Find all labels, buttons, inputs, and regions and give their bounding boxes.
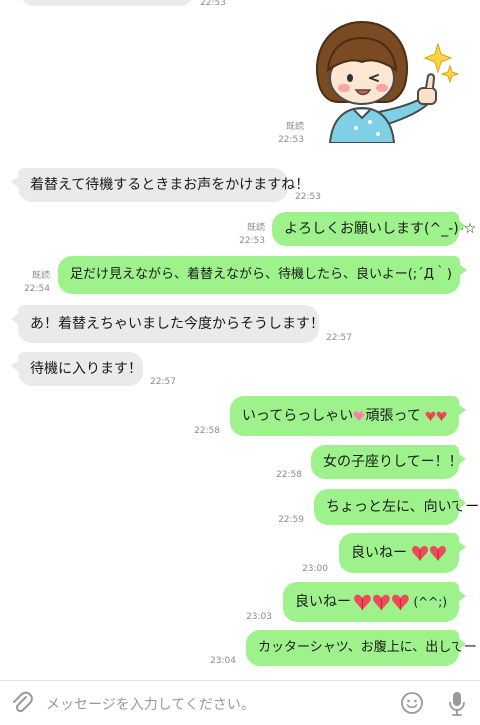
message-text: 待機に入ります！ — [30, 361, 142, 377]
message-text: 頑張って — [365, 408, 421, 424]
heart-icon — [391, 593, 410, 611]
message-bubble[interactable]: いってらっしゃい 頑張って — [230, 396, 466, 436]
message-bubble[interactable]: 女の子座りしてー！！ — [311, 445, 466, 479]
message-time: 22:53 — [239, 236, 265, 246]
message-time: 22:57 — [150, 377, 176, 387]
message-bubble[interactable]: 良いねー — [339, 533, 466, 573]
message-time: 22:57 — [326, 333, 352, 343]
message-composer: メッセージを入力してください。 — [0, 680, 480, 725]
message-text: (^^;) — [413, 595, 447, 609]
message-bubble[interactable]: あ！着替えちゃいました 今度からそうします！ — [11, 305, 324, 343]
message-bubble[interactable]: 良いねー (^^;) — [283, 582, 466, 622]
message-text: 今度からそうします！ — [184, 316, 324, 332]
message-bubble[interactable]: ちょっと左に、向いてー — [314, 489, 479, 525]
message-time: 22:59 — [278, 515, 304, 525]
sparkling-heart-icon — [354, 410, 366, 422]
message-text: 着替えて待機するときまお声をかけますね！ — [30, 177, 310, 193]
message-text: ちょっと左に、向いてー — [326, 499, 480, 515]
message-time: 23:03 — [246, 612, 272, 622]
message-time: 23:04 — [210, 656, 236, 666]
message-text: 良いねー — [295, 594, 351, 610]
message-time: 22:53 — [295, 192, 321, 202]
heart-icon — [425, 407, 436, 425]
message-text: カッターシャツ、お腹上に、出してー — [258, 640, 477, 655]
message-text: いってらっしゃい — [242, 408, 354, 424]
message-bubble[interactable]: カッターシャツ、お腹上に、出してー — [246, 630, 477, 666]
message-text: 足だけ見えながら、着替えながら、待機したら、良いよー(;´Д｀) — [70, 267, 452, 282]
chat-area[interactable]: 22:53 既読 22:53 着替えて待機するときまお声をかけますね！ 22:5 — [0, 0, 480, 680]
message-bubble-partial[interactable] — [20, 0, 194, 6]
paperclip-icon[interactable] — [10, 691, 34, 715]
read-receipt: 既読 — [246, 223, 265, 233]
message-text: あ！着替えちゃいました — [30, 316, 184, 332]
read-receipt: 既読 — [285, 122, 304, 132]
heart-icon — [353, 593, 372, 611]
heart-icon — [429, 544, 447, 562]
sticker-image[interactable] — [310, 18, 460, 143]
message-bubble[interactable]: 足だけ見えながら、着替えながら、待機したら、良いよー(;´Д｀) — [58, 256, 467, 294]
heart-icon — [436, 407, 447, 425]
message-time: 22:54 — [24, 284, 50, 294]
read-receipt: 既読 — [31, 271, 50, 281]
message-time: 22:58 — [276, 470, 302, 480]
message-bubble[interactable]: 着替えて待機するときまお声をかけますね！ — [11, 168, 309, 202]
message-bubble[interactable]: よろしくお願いします(^_-)-☆ — [272, 212, 476, 246]
heart-icon — [411, 544, 429, 562]
message-text: よろしくお願いします(^_-)-☆ — [284, 221, 477, 237]
message-input[interactable]: メッセージを入力してください。 — [46, 694, 255, 714]
message-time: 22:53 — [278, 135, 304, 145]
message-bubble[interactable]: 待機に入ります！ — [11, 352, 143, 386]
message-text: 良いねー — [351, 545, 407, 561]
message-text: 女の子座りしてー！！ — [323, 454, 463, 470]
heart-icon — [372, 593, 391, 611]
message-time: 22:58 — [194, 426, 220, 436]
message-time: 23:00 — [302, 564, 328, 574]
message-time: 22:53 — [200, 0, 226, 8]
microphone-icon[interactable] — [447, 691, 467, 717]
emoji-icon[interactable] — [400, 691, 424, 715]
